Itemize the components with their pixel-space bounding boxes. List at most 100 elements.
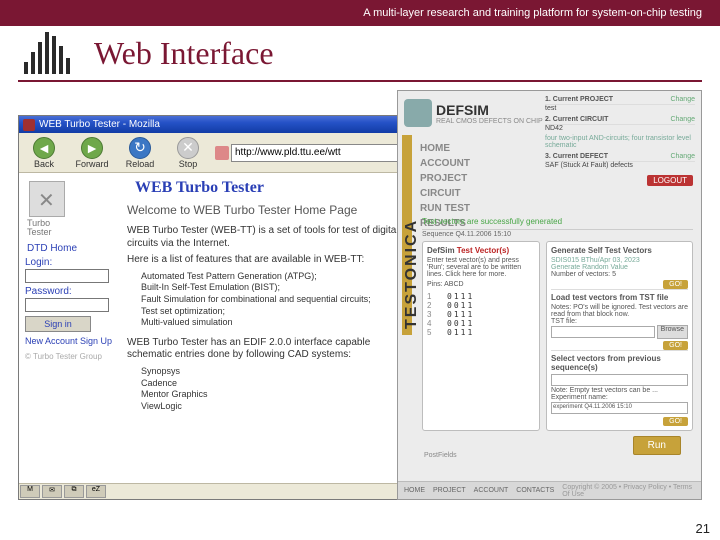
signin-button[interactable]: Sign in bbox=[25, 316, 91, 332]
copyright: © Turbo Tester Group bbox=[25, 352, 121, 361]
status-message: Test vectors are successfully generated bbox=[422, 217, 693, 230]
load-title: Load test vectors from TST file bbox=[551, 293, 688, 302]
main-column: WEB Turbo Tester Welcome to WEB Turbo Te… bbox=[127, 177, 408, 479]
app-name: DEFSIM bbox=[436, 102, 543, 118]
testonica-panel: TESTONICA DEFSIM REAL CMOS DEFECTS ON CH… bbox=[397, 90, 702, 500]
ctx-circuit-label: 2. Current CIRCUIT bbox=[545, 116, 608, 123]
edif-para: WEB Turbo Tester has an EDIF 2.0.0 inter… bbox=[127, 337, 408, 362]
list-item: Automated Test Pattern Generation (ATPG)… bbox=[141, 271, 408, 283]
app-icon bbox=[23, 119, 35, 131]
change-link[interactable]: Change bbox=[670, 116, 695, 123]
menu-run-test[interactable]: RUN TEST bbox=[420, 201, 470, 216]
menu-home[interactable]: HOME bbox=[420, 141, 470, 156]
footer-link[interactable]: CONTACTS bbox=[516, 487, 554, 494]
sequence-label: Sequence Q4.11.2006 15:10 bbox=[422, 231, 693, 238]
forward-button[interactable]: ►Forward bbox=[71, 137, 113, 169]
panel-desc: Enter test vector(s) and press 'Run'; se… bbox=[427, 257, 535, 278]
ctx-defect-val: SAF (Stuck At Fault) defects bbox=[545, 162, 695, 169]
list-item: Mentor Graphics bbox=[141, 389, 408, 401]
change-link[interactable]: Change bbox=[670, 153, 695, 160]
welcome-line: Welcome to WEB Turbo Tester Home Page bbox=[127, 203, 408, 217]
list-item: Test set optimization; bbox=[141, 306, 408, 318]
gen-link[interactable]: Generate Random Value bbox=[551, 264, 688, 271]
test-vectors-panel: DefSim Test Vector(s) Enter test vector(… bbox=[422, 241, 540, 431]
window-titlebar[interactable]: WEB Turbo Tester - Mozilla bbox=[19, 116, 412, 133]
status-cell[interactable]: eZ bbox=[86, 485, 106, 498]
pins-label: Pins: ABCD bbox=[427, 281, 535, 288]
back-button[interactable]: ◄Back bbox=[23, 137, 65, 169]
status-cell[interactable]: ⧉ bbox=[64, 485, 84, 498]
prev-note: Note: Empty test vectors can be ... bbox=[551, 387, 688, 394]
file-label: TST file: bbox=[551, 318, 688, 325]
login-input[interactable] bbox=[25, 269, 109, 283]
gen-title: Generate Self Test Vectors bbox=[551, 246, 688, 255]
password-label: Password: bbox=[25, 286, 121, 297]
prev-select[interactable] bbox=[551, 374, 688, 386]
count-label: Number of vectors: bbox=[551, 271, 610, 278]
footer-link[interactable]: PROJECT bbox=[433, 487, 466, 494]
url-input[interactable] bbox=[231, 144, 408, 162]
header-subtitle-bar: A multi-layer research and training plat… bbox=[0, 0, 720, 26]
vector-table: 10111 20011 30111 40011 50111 bbox=[427, 292, 535, 337]
login-label: Login: bbox=[25, 257, 121, 268]
menu-circuit[interactable]: CIRCUIT bbox=[420, 186, 470, 201]
exp-input[interactable]: experiment Q4.11.2006 15:10 bbox=[551, 402, 688, 414]
menu-project[interactable]: PROJECT bbox=[420, 171, 470, 186]
nav-home-link[interactable]: DTD Home bbox=[27, 243, 121, 254]
slide-logo-icon bbox=[24, 32, 84, 74]
footer-link[interactable]: ACCOUNT bbox=[474, 487, 509, 494]
go-button[interactable]: GO! bbox=[663, 417, 688, 426]
turbo-tester-logo-icon bbox=[29, 181, 65, 217]
title-row: Web Interface bbox=[0, 26, 720, 76]
status-cell[interactable]: ✉ bbox=[42, 485, 62, 498]
go-button[interactable]: GO! bbox=[663, 280, 688, 289]
list-item: Fault Simulation for combinational and s… bbox=[141, 294, 408, 306]
load-note: Notes: PO's will be ignored. Test vector… bbox=[551, 304, 688, 318]
options-panel: Generate Self Test Vectors SDIS015 BThu/… bbox=[546, 241, 693, 431]
brand-vertical: TESTONICA bbox=[403, 219, 421, 329]
browser-toolbar: ◄Back ►Forward ↻Reload ✕Stop bbox=[19, 133, 412, 173]
ctx-project-label: 1. Current PROJECT bbox=[545, 96, 613, 103]
menu-account[interactable]: ACCOUNT bbox=[420, 156, 470, 171]
exp-label: Experiment name: bbox=[551, 394, 688, 401]
page-title: Web Interface bbox=[94, 35, 274, 72]
forward-arrow-icon: ► bbox=[81, 137, 103, 159]
panel-title-red: Test Vector(s) bbox=[457, 246, 509, 255]
footer: HOME PROJECT ACCOUNT CONTACTS Copyright … bbox=[398, 481, 701, 499]
defsim-logo-icon bbox=[404, 99, 432, 127]
change-link[interactable]: Change bbox=[670, 96, 695, 103]
reload-button[interactable]: ↻Reload bbox=[119, 137, 161, 169]
vendor-list: Synopsys Cadence Mentor Graphics ViewLog… bbox=[141, 366, 408, 413]
logout-button[interactable]: LOGOUT bbox=[647, 175, 693, 186]
stop-button[interactable]: ✕Stop bbox=[167, 137, 209, 169]
ctx-circuit-val: ND42 bbox=[545, 125, 695, 132]
signup-link[interactable]: New Account Sign Up bbox=[25, 336, 121, 346]
stop-icon: ✕ bbox=[177, 137, 199, 159]
browser-window: WEB Turbo Tester - Mozilla ◄Back ►Forwar… bbox=[18, 115, 413, 500]
window-title: WEB Turbo Tester - Mozilla bbox=[39, 119, 160, 130]
run-group: Sequence Q4.11.2006 15:10 DefSim Test Ve… bbox=[422, 231, 693, 431]
browse-button[interactable]: Browse bbox=[657, 325, 688, 339]
list-item: Synopsys bbox=[141, 366, 408, 378]
app-sub: REAL CMOS DEFECTS ON CHIP bbox=[436, 118, 543, 125]
address-bar[interactable] bbox=[215, 144, 408, 162]
status-bar: M ✉ ⧉ eZ bbox=[19, 483, 412, 499]
list-item: Multi-valued simulation bbox=[141, 317, 408, 329]
back-arrow-icon: ◄ bbox=[33, 137, 55, 159]
ctx-defect-label: 3. Current DEFECT bbox=[545, 153, 608, 160]
prev-title: Select vectors from previous sequence(s) bbox=[551, 354, 688, 372]
count-val: 5 bbox=[612, 271, 616, 278]
feature-list: Automated Test Pattern Generation (ATPG)… bbox=[141, 271, 408, 329]
intro-para: WEB Turbo Tester (WEB-TT) is a set of to… bbox=[127, 225, 408, 250]
run-button[interactable]: Run bbox=[633, 436, 681, 455]
password-input[interactable] bbox=[25, 298, 109, 312]
status-cell[interactable]: M bbox=[20, 485, 40, 498]
left-nav: Turbo Tester DTD Home Login: Password: S… bbox=[23, 177, 121, 479]
list-item: ViewLogic bbox=[141, 401, 408, 413]
header-subtitle: A multi-layer research and training plat… bbox=[363, 7, 702, 19]
brand-bottom: Tester bbox=[27, 228, 121, 237]
ctx-circuit-note: four two-input AND-circuits; four transi… bbox=[545, 135, 695, 149]
file-input[interactable] bbox=[551, 326, 655, 338]
footer-link[interactable]: HOME bbox=[404, 487, 425, 494]
go-button[interactable]: GO! bbox=[663, 341, 688, 350]
